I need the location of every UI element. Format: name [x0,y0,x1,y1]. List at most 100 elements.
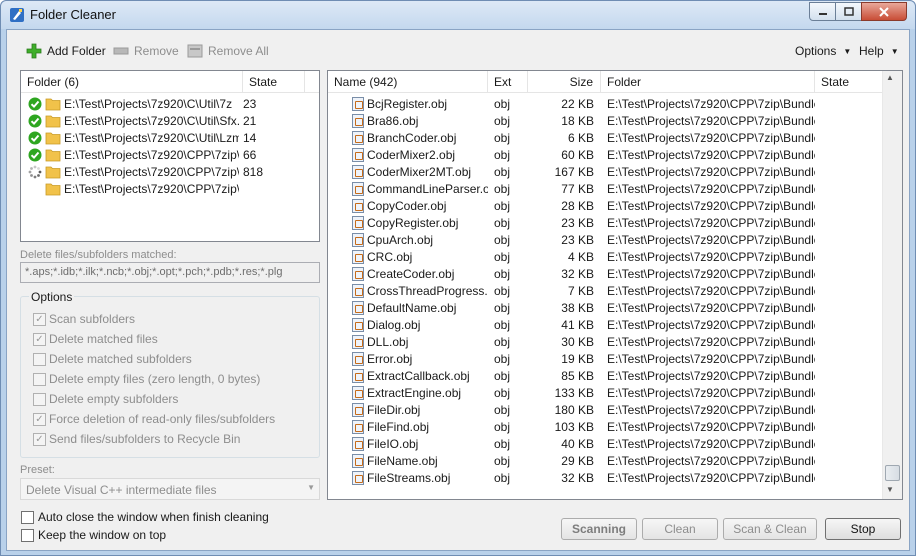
file-row[interactable]: FileStreams.obj obj 32 KB E:\Test\Projects\… [328,469,882,486]
obj-file-icon [352,266,364,281]
file-name-cell: Dialog.obj [328,317,488,332]
file-row[interactable]: CrossThreadProgress... obj 7 KB E:\Test\Pro… [328,282,882,299]
obj-file-icon [352,351,364,366]
keep-on-top-checkbox[interactable]: Keep the window on top [21,528,166,542]
close-button[interactable] [861,2,907,21]
match-label: Delete files/subfolders matched: [20,249,177,261]
checkmark-icon[interactable]: ✓ [33,332,46,346]
vertical-scrollbar[interactable]: ▲ ▼ [882,71,902,499]
file-ext: obj [494,402,511,417]
file-row[interactable]: CopyCoder.obj obj 28 KB E:\Test\Projects\7z… [328,197,882,214]
option-checkbox[interactable]: ✓ Send files/subfolders to Recycle Bin [33,431,240,447]
app-window: Folder Cleaner Add Folder Remove Remove … [0,0,916,556]
file-row[interactable]: DefaultName.obj obj 38 KB E:\Test\Projects\… [328,299,882,316]
option-checkbox[interactable]: Delete empty subfolders [33,391,178,407]
column-ext[interactable]: Ext [488,71,528,93]
option-checkbox[interactable]: Delete empty files (zero length, 0 bytes… [33,371,260,387]
file-folder: E:\Test\Projects\7z920\CPP\7zip\Bundle..… [607,181,815,196]
option-checkbox[interactable]: ✓ Scan subfolders [33,311,135,327]
file-size: 23 KB [561,232,594,247]
check-icon [27,96,43,112]
file-row[interactable]: DLL.obj obj 30 KB E:\Test\Projects\7z920\CP… [328,333,882,350]
remove-all-button[interactable]: Remove All [187,40,269,62]
file-row[interactable]: CpuArch.obj obj 23 KB E:\Test\Projects\7z92… [328,231,882,248]
help-menu[interactable]: Help ▼ [859,40,899,62]
option-checkbox[interactable]: ✓ Delete matched files [33,331,158,347]
clean-button[interactable]: Clean [642,518,718,540]
checkbox-box[interactable] [33,372,46,386]
checkbox-box[interactable] [33,392,46,406]
scroll-thumb[interactable] [885,465,900,481]
file-folder: E:\Test\Projects\7z920\CPP\7zip\Bundle..… [607,266,815,281]
folder-row[interactable]: E:\Test\Projects\7z920\C\Util\7z 23 [21,95,319,112]
maximize-button[interactable] [835,2,862,21]
checkbox-box[interactable] [33,352,46,366]
scroll-down-icon[interactable]: ▼ [886,485,894,494]
options-menu[interactable]: Options ▼ [795,40,851,62]
file-size: 22 KB [561,96,594,111]
file-rows: BcjRegister.obj obj 22 KB E:\Test\Projects\… [328,93,882,499]
column-name[interactable]: Name (942) [328,71,488,93]
file-row[interactable]: CommandLineParser.obj obj 77 KB E:\Test\Pro… [328,180,882,197]
file-row[interactable]: CoderMixer2.obj obj 60 KB E:\Test\Projects\… [328,146,882,163]
file-row[interactable]: BranchCoder.obj obj 6 KB E:\Test\Projects\7… [328,129,882,146]
scan-clean-button[interactable]: Scan & Clean [723,518,817,540]
file-row[interactable]: FileName.obj obj 29 KB E:\Test\Projects\7z9… [328,452,882,469]
file-ext: obj [494,419,511,434]
auto-close-checkbox[interactable]: Auto close the window when finish cleani… [21,510,269,524]
folder-row[interactable]: E:\Test\Projects\7z920\CPP\7zip\... 818 [21,163,319,180]
title-bar[interactable]: Folder Cleaner [1,1,915,29]
scanning-button[interactable]: Scanning [561,518,637,540]
file-size: 30 KB [561,334,594,349]
column-size[interactable]: Size [528,71,601,93]
folder-row[interactable]: E:\Test\Projects\7z920\C\Util\Lzm... 14 [21,129,319,146]
checkmark-icon[interactable]: ✓ [33,412,46,426]
file-row[interactable]: CRC.obj obj 4 KB E:\Test\Projects\7z920\CPP… [328,248,882,265]
file-row[interactable]: FileDir.obj obj 180 KB E:\Test\Projects\7z9… [328,401,882,418]
file-row[interactable]: ExtractCallback.obj obj 85 KB E:\Test\Proje… [328,367,882,384]
folder-row[interactable]: E:\Test\Projects\7z920\CPP\7zip\UI [21,180,319,197]
file-name-cell: CoderMixer2.obj [328,147,488,162]
file-row[interactable]: Bra86.obj obj 18 KB E:\Test\Projects\7z920\… [328,112,882,129]
file-row[interactable]: ExtractEngine.obj obj 133 KB E:\Test\Projec… [328,384,882,401]
scroll-up-icon[interactable]: ▲ [886,73,894,82]
file-size: 18 KB [561,113,594,128]
column-state[interactable]: State [815,71,882,93]
option-checkbox[interactable]: Delete matched subfolders [33,351,192,367]
file-row[interactable]: Dialog.obj obj 41 KB E:\Test\Projects\7z920… [328,316,882,333]
file-row[interactable]: CopyRegister.obj obj 23 KB E:\Test\Projects… [328,214,882,231]
obj-file-icon [352,453,364,468]
folder-row[interactable]: E:\Test\Projects\7z920\C\Util\Sfx... 21 [21,112,319,129]
preset-select[interactable]: Delete Visual C++ intermediate files ▼ [20,478,320,500]
checkbox-box[interactable] [21,510,34,524]
option-checkbox[interactable]: ✓ Force deletion of read-only files/subfo… [33,411,275,427]
file-row[interactable]: BcjRegister.obj obj 22 KB E:\Test\Projects\… [328,95,882,112]
match-pattern-field[interactable]: *.aps;*.idb;*.ilk;*.ncb;*.obj;*.opt;*.pc… [20,262,320,283]
file-row[interactable]: CoderMixer2MT.obj obj 167 KB E:\Test\Projec… [328,163,882,180]
folder-row[interactable]: E:\Test\Projects\7z920\CPP\7zip\... 66 [21,146,319,163]
auto-close-label: Auto close the window when finish cleani… [38,510,269,524]
folder-list[interactable]: Folder (6) State E:\Test\Projects\7z920\… [20,70,320,242]
column-folder[interactable]: Folder [601,71,815,93]
column-folder[interactable]: Folder (6) [21,71,243,93]
checkmark-icon[interactable]: ✓ [33,432,46,446]
stop-button[interactable]: Stop [825,518,901,540]
remove-button[interactable]: Remove [113,40,179,62]
file-row[interactable]: FileFind.obj obj 103 KB E:\Test\Projects\7z… [328,418,882,435]
add-folder-button[interactable]: Add Folder [26,40,106,62]
file-name-cell: FileName.obj [328,453,488,468]
file-list[interactable]: Name (942) Ext Size Folder State BcjRegi… [327,70,903,500]
file-size: 29 KB [561,453,594,468]
minimize-button[interactable] [809,2,836,21]
checkbox-box[interactable] [21,528,34,542]
file-row[interactable]: FileIO.obj obj 40 KB E:\Test\Projects\7z920… [328,435,882,452]
column-state[interactable]: State [243,71,305,93]
file-folder: E:\Test\Projects\7z920\CPP\7zip\Bundle..… [607,249,815,264]
remove-label: Remove [134,44,179,58]
file-row[interactable]: Error.obj obj 19 KB E:\Test\Projects\7z920\… [328,350,882,367]
checkmark-icon[interactable]: ✓ [33,312,46,326]
file-ext: obj [494,266,511,281]
folder-state: 14 [243,130,257,145]
file-row[interactable]: CreateCoder.obj obj 32 KB E:\Test\Projects\… [328,265,882,282]
file-ext: obj [494,470,511,485]
